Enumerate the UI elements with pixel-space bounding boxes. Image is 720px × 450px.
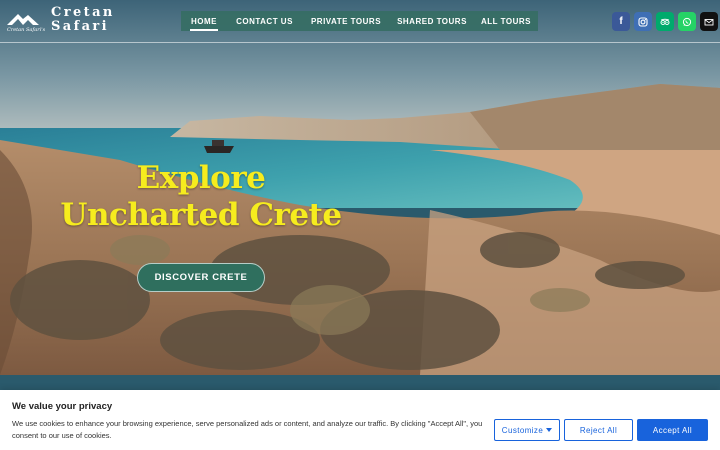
facebook-glyph: f: [619, 16, 623, 27]
whatsapp-glyph: [682, 17, 692, 26]
site-logo[interactable]: Cretan Safari's Cretan Safari: [6, 6, 112, 37]
nav-label: PRIVATE TOURS: [310, 16, 382, 26]
tripadvisor-icon[interactable]: [656, 12, 674, 31]
cookie-description: We use cookies to enhance your browsing …: [12, 419, 483, 440]
logo-tagline: Cretan Safari's: [7, 27, 46, 33]
reject-all-button[interactable]: Reject All: [564, 419, 633, 441]
mountain-logo-icon: [7, 14, 39, 25]
nav-label: SHARED TOURS: [397, 16, 467, 26]
tripadvisor-glyph: [660, 18, 670, 25]
nav-label: CONTACT US: [236, 16, 293, 26]
hero-section: Cretan Safari's Cretan Safari HOME CONTA…: [0, 0, 720, 375]
site-header: Cretan Safari's Cretan Safari HOME CONTA…: [0, 0, 720, 43]
nav-item-private-tours[interactable]: PRIVATE TOURS: [302, 11, 390, 31]
customize-button[interactable]: Customize: [494, 419, 560, 441]
accept-all-button[interactable]: Accept All: [637, 419, 708, 441]
instagram-glyph: [638, 16, 648, 27]
customize-label: Customize: [501, 425, 544, 435]
header-divider: [0, 42, 720, 43]
instagram-icon[interactable]: [634, 12, 652, 31]
facebook-icon[interactable]: f: [612, 12, 630, 31]
caret-down-icon: [546, 428, 553, 432]
nav-label: ALL TOURS: [481, 16, 531, 26]
cookie-consent-banner: We value your privacy We use cookies to …: [0, 390, 720, 450]
nav-item-home[interactable]: HOME: [181, 11, 227, 31]
nav-label: HOME: [191, 16, 217, 26]
email-icon[interactable]: [700, 12, 718, 31]
social-links: f: [612, 12, 718, 31]
nav-item-shared-tours[interactable]: SHARED TOURS: [390, 11, 474, 31]
envelope-glyph: [704, 18, 714, 25]
nav-item-contact-us[interactable]: CONTACT US: [227, 11, 302, 31]
discover-crete-button[interactable]: DISCOVER CRETE: [137, 263, 265, 292]
whatsapp-icon[interactable]: [678, 12, 696, 31]
main-nav: HOME CONTACT US PRIVATE TOURS SHARED TOU…: [181, 11, 538, 31]
logo-text: Cretan Safari: [51, 5, 115, 34]
nav-item-all-tours[interactable]: ALL TOURS: [474, 11, 538, 31]
cookie-title: We value your privacy: [12, 401, 113, 412]
hero-title: Explore Uncharted Crete: [60, 160, 342, 233]
